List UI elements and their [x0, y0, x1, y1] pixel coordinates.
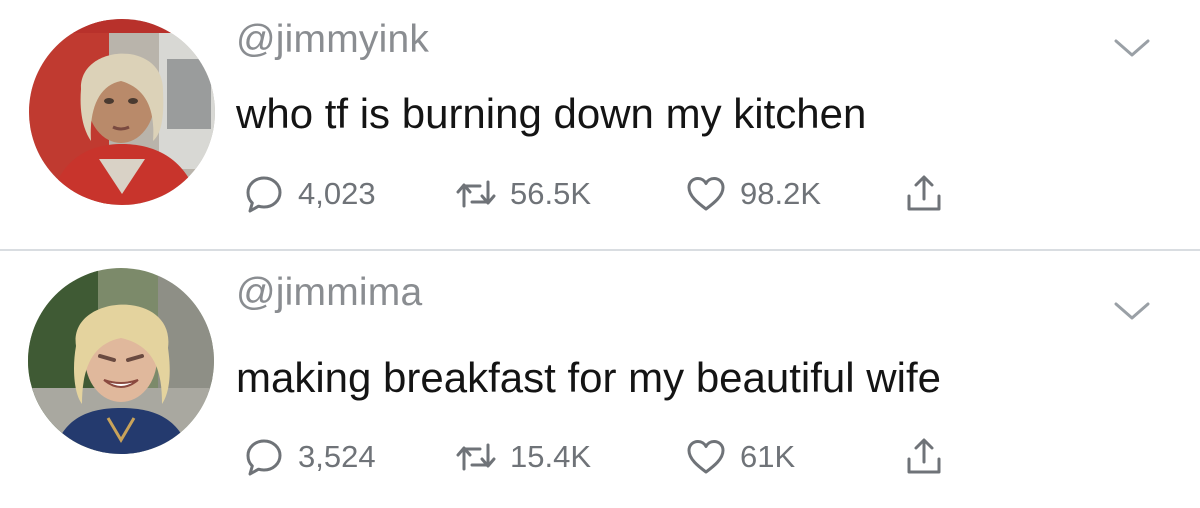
retweet-arrows-icon — [454, 172, 498, 216]
like-button[interactable]: 98.2K — [684, 172, 821, 216]
tweet-actions: 4,023 56.5K 98.2K — [242, 172, 1002, 216]
speech-bubble-icon — [242, 172, 286, 216]
like-count: 98.2K — [740, 176, 822, 211]
avatar-photo — [28, 268, 214, 454]
retweet-count: 56.5K — [510, 176, 592, 211]
tweet[interactable]: @jimmyink who tf is burning down my kitc… — [0, 0, 1200, 250]
chevron-down-icon[interactable] — [1112, 299, 1152, 323]
tweet-text: making breakfast for my beautiful wife — [236, 354, 941, 401]
retweet-button[interactable]: 56.5K — [454, 172, 591, 216]
reply-button[interactable]: 4,023 — [242, 172, 376, 216]
speech-bubble-icon — [242, 435, 286, 479]
tweet-actions: 3,524 15.4K 61K — [242, 435, 1002, 479]
reply-count: 3,524 — [298, 439, 376, 474]
avatar-photo — [29, 19, 215, 205]
tweet-handle[interactable]: @jimmima — [236, 271, 422, 315]
tweet[interactable]: @jimmima making breakfast for my beautif… — [0, 251, 1200, 508]
share-upload-icon — [902, 172, 946, 216]
heart-icon — [684, 435, 728, 479]
avatar[interactable] — [29, 19, 215, 205]
retweet-button[interactable]: 15.4K — [454, 435, 591, 479]
heart-icon — [684, 172, 728, 216]
retweet-arrows-icon — [454, 435, 498, 479]
retweet-count: 15.4K — [510, 439, 592, 474]
share-button[interactable] — [902, 172, 946, 216]
like-count: 61K — [740, 439, 796, 474]
tweet-handle[interactable]: @jimmyink — [236, 18, 429, 62]
tweet-text: who tf is burning down my kitchen — [236, 90, 867, 137]
chevron-down-icon[interactable] — [1112, 36, 1152, 60]
share-button[interactable] — [902, 435, 946, 479]
reply-button[interactable]: 3,524 — [242, 435, 376, 479]
like-button[interactable]: 61K — [684, 435, 795, 479]
avatar[interactable] — [28, 268, 214, 454]
reply-count: 4,023 — [298, 176, 376, 211]
share-upload-icon — [902, 435, 946, 479]
